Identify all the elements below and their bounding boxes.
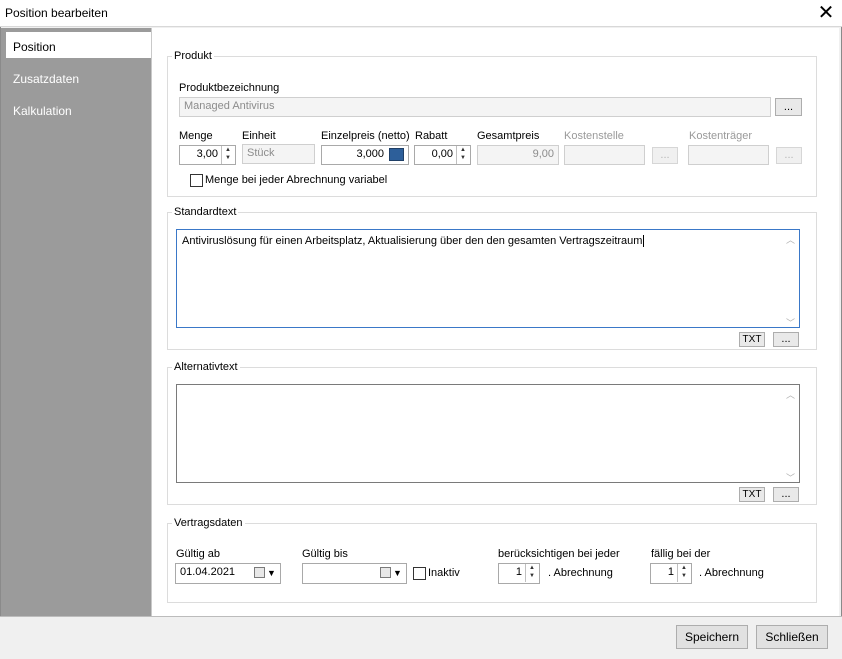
gueltig-bis-field[interactable]	[302, 563, 407, 584]
inaktiv-checkbox[interactable]	[413, 567, 426, 580]
einheit-label: Einheit	[242, 130, 276, 142]
kostenstelle-select-button: ...	[652, 147, 678, 164]
faellig-label: fällig bei der	[651, 548, 711, 560]
standardtext-textarea[interactable]: Antiviruslösung für einen Arbeitsplatz, …	[176, 229, 800, 328]
chevron-down-icon[interactable]: ▼	[267, 568, 276, 578]
alternativtext-scrollbar[interactable]: ︿ ﹀	[782, 386, 799, 483]
beruecksichtigen-label: berücksichtigen bei jeder	[498, 548, 620, 560]
gueltig-ab-label: Gültig ab	[176, 548, 221, 560]
calendar-icon[interactable]	[380, 567, 391, 578]
gesamtpreis-label: Gesamtpreis	[477, 130, 540, 142]
alternativtext-txt-button[interactable]: TXT	[739, 487, 765, 502]
produkt-select-button[interactable]: ...	[775, 98, 802, 116]
sidebar-item-zusatzdaten[interactable]: Zusatzdaten	[6, 64, 152, 90]
menge-variabel-label: Menge bei jeder Abrechnung variabel	[205, 174, 388, 186]
kostentraeger-field	[688, 145, 769, 165]
standardtext-content: Antiviruslösung für einen Arbeitsplatz, …	[182, 235, 643, 247]
window-title: Position bearbeiten	[5, 6, 108, 20]
menge-label: Menge	[179, 130, 213, 142]
einzelpreis-label: Einzelpreis (netto)	[321, 130, 410, 142]
sidebar-item-kalkulation[interactable]: Kalkulation	[6, 96, 152, 122]
rabatt-stepper[interactable]: ▲ ▼	[456, 146, 469, 164]
alternativtext-more-button[interactable]: ...	[773, 487, 799, 502]
kostentraeger-label: Kostenträger	[689, 130, 752, 142]
menge-variabel-checkbox[interactable]	[190, 174, 203, 187]
faellig-stepper[interactable]: ▲ ▼	[677, 564, 690, 582]
standardtext-scrollbar[interactable]: ︿ ﹀	[782, 231, 799, 328]
calendar-icon[interactable]	[254, 567, 265, 578]
produktbezeichnung-label: Produktbezeichnung	[179, 82, 280, 94]
close-icon[interactable]: ✕	[812, 2, 840, 24]
sidebar-item-position[interactable]: Position	[6, 32, 152, 58]
sidebar-item-label: Position	[13, 40, 56, 54]
gueltig-ab-field[interactable]: 01.04.2021	[175, 563, 281, 584]
gueltig-bis-label: Gültig bis	[302, 548, 348, 560]
faellig-suffix: . Abrechnung	[699, 567, 764, 579]
close-button[interactable]: Schließen	[756, 625, 828, 649]
chevron-down-icon[interactable]: ▼	[393, 568, 402, 578]
save-button[interactable]: Speichern	[676, 625, 748, 649]
sidebar: Position Zusatzdaten Kalkulation	[1, 28, 152, 616]
vertragsdaten-group-label: Vertragsdaten	[172, 517, 245, 529]
produktbezeichnung-field[interactable]: Managed Antivirus	[179, 97, 771, 117]
alternativtext-group-label: Alternativtext	[172, 361, 240, 373]
gesamtpreis-field: 9,00	[477, 145, 559, 165]
sidebar-item-label: Kalkulation	[13, 104, 72, 118]
beruecksichtigen-suffix: . Abrechnung	[548, 567, 613, 579]
kostenstelle-label: Kostenstelle	[564, 130, 624, 142]
sidebar-item-label: Zusatzdaten	[13, 72, 80, 86]
rabatt-label: Rabatt	[415, 130, 448, 142]
inaktiv-label: Inaktiv	[428, 567, 460, 579]
alternativtext-textarea[interactable]	[176, 384, 800, 483]
standardtext-group-label: Standardtext	[172, 206, 239, 218]
menge-stepper[interactable]: ▲ ▼	[221, 146, 234, 164]
title-bar: Position bearbeiten ✕	[0, 0, 842, 27]
produkt-group-label: Produkt	[172, 50, 214, 62]
kostenstelle-field	[564, 145, 645, 165]
calculator-icon[interactable]	[389, 148, 404, 161]
beruecksichtigen-stepper[interactable]: ▲ ▼	[525, 564, 538, 582]
einheit-field[interactable]: Stück	[242, 144, 315, 164]
standardtext-txt-button[interactable]: TXT	[739, 332, 765, 347]
standardtext-more-button[interactable]: ...	[773, 332, 799, 347]
kostentraeger-select-button: ...	[776, 147, 802, 164]
